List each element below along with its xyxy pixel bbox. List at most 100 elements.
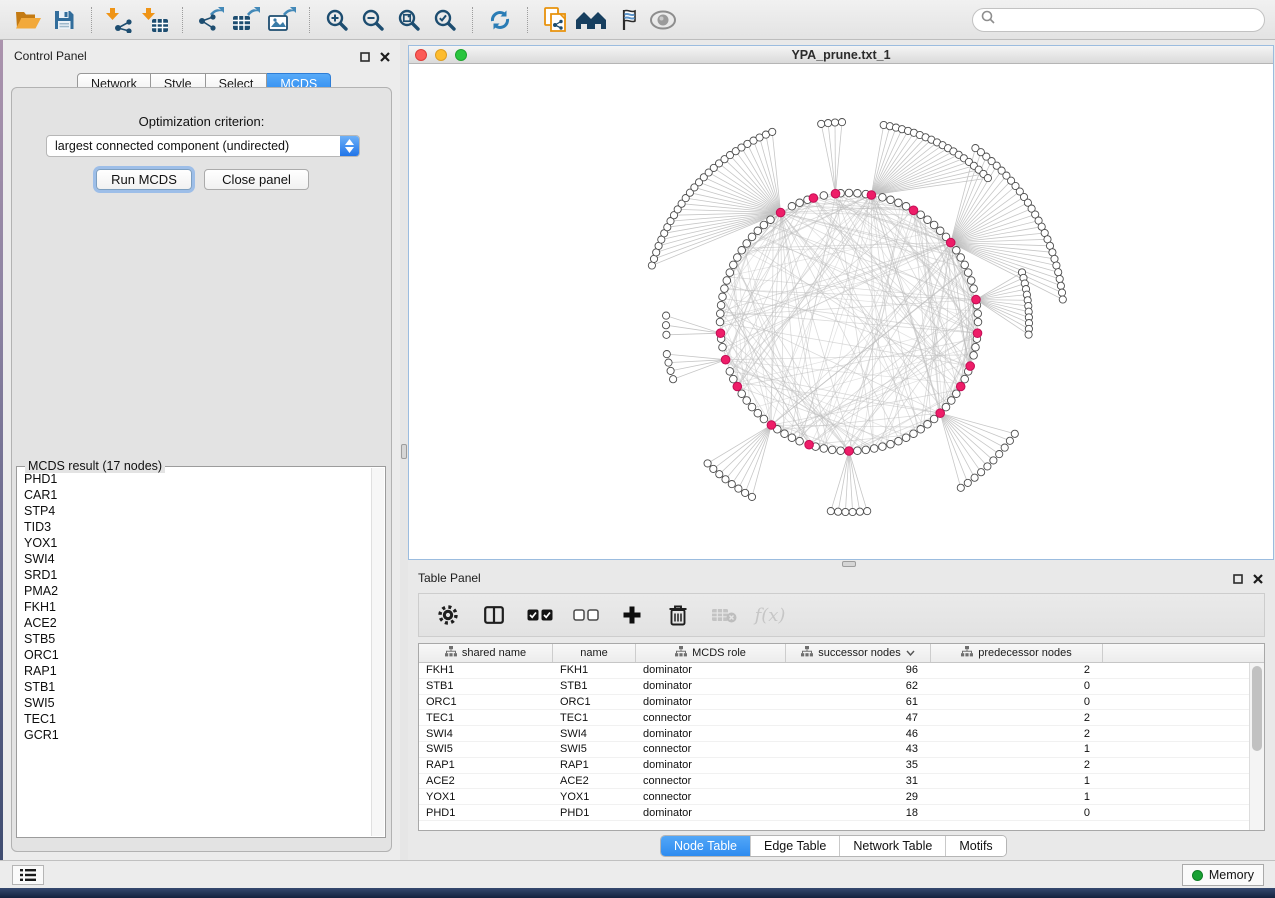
mcds-hub-node[interactable] [776, 208, 785, 217]
ring-node[interactable] [738, 247, 746, 255]
table-row[interactable]: PHD1PHD1dominator180 [419, 805, 1249, 821]
tab-node-table[interactable]: Node Table [661, 836, 751, 856]
import-network-icon[interactable] [101, 4, 137, 36]
ring-node[interactable] [717, 310, 725, 318]
ring-node[interactable] [730, 375, 738, 383]
satellite-node[interactable] [984, 463, 991, 470]
mcds-result-item[interactable]: STP4 [18, 503, 371, 519]
mcds-list-scrollbar[interactable] [371, 468, 384, 836]
hide-graphics-details-icon[interactable] [609, 4, 645, 36]
zoom-out-icon[interactable] [355, 4, 391, 36]
satellite-node[interactable] [978, 469, 985, 476]
close-table-panel-icon[interactable] [1253, 571, 1263, 589]
add-column-icon[interactable] [619, 602, 645, 628]
tab-network-table[interactable]: Network Table [840, 836, 946, 856]
mcds-hub-node[interactable] [809, 194, 818, 203]
satellite-node[interactable] [971, 474, 978, 481]
optimization-criterion-dropdown[interactable]: largest connected component (undirected) [46, 135, 360, 157]
ring-node[interactable] [738, 390, 746, 398]
ring-node[interactable] [788, 434, 796, 442]
ring-node[interactable] [748, 403, 756, 411]
satellite-node[interactable] [716, 471, 723, 478]
ring-node[interactable] [953, 247, 961, 255]
mcds-hub-node[interactable] [716, 329, 725, 338]
mcds-result-item[interactable]: ORC1 [18, 647, 371, 663]
ring-node[interactable] [721, 285, 729, 293]
deselect-all-icon[interactable] [573, 602, 599, 628]
close-panel-button[interactable]: Close panel [204, 169, 309, 190]
ring-node[interactable] [743, 397, 751, 405]
maximize-window-icon[interactable] [455, 49, 467, 61]
satellite-node[interactable] [842, 508, 849, 515]
search-box[interactable] [972, 8, 1265, 32]
satellite-node[interactable] [1058, 289, 1065, 296]
ring-node[interactable] [970, 352, 978, 360]
ring-node[interactable] [723, 277, 731, 285]
mcds-hub-node[interactable] [909, 206, 918, 215]
ring-node[interactable] [754, 227, 762, 235]
mcds-result-item[interactable]: GCR1 [18, 727, 371, 743]
search-input[interactable] [1001, 13, 1256, 27]
mcds-hub-node[interactable] [973, 329, 982, 338]
satellite-node[interactable] [964, 479, 971, 486]
table-settings-gear-icon[interactable] [435, 602, 461, 628]
satellite-node[interactable] [769, 128, 776, 135]
first-neighbors-icon[interactable] [573, 4, 609, 36]
table-row[interactable]: STB1STB1dominator620 [419, 679, 1249, 695]
mcds-result-item[interactable]: FKH1 [18, 599, 371, 615]
mcds-result-item[interactable]: CAR1 [18, 487, 371, 503]
ring-node[interactable] [862, 446, 870, 454]
ring-node[interactable] [828, 446, 836, 454]
delete-column-icon[interactable] [665, 602, 691, 628]
mcds-hub-node[interactable] [767, 421, 776, 430]
float-panel-icon[interactable] [360, 49, 370, 67]
ring-node[interactable] [930, 221, 938, 229]
ring-node[interactable] [788, 203, 796, 211]
table-row[interactable]: FKH1FKH1dominator962 [419, 663, 1249, 679]
table-scrollbar-thumb[interactable] [1252, 666, 1262, 751]
ring-node[interactable] [910, 430, 918, 438]
ring-node[interactable] [748, 233, 756, 241]
ring-node[interactable] [719, 293, 727, 301]
mcds-result-item[interactable]: TEC1 [18, 711, 371, 727]
table-row[interactable]: ACE2ACE2connector311 [419, 774, 1249, 790]
table-row[interactable]: YOX1YOX1connector291 [419, 789, 1249, 805]
ring-node[interactable] [730, 261, 738, 269]
mcds-hub-node[interactable] [805, 440, 814, 449]
column-header-name[interactable]: name [553, 644, 636, 662]
close-panel-icon[interactable] [380, 49, 390, 67]
ring-node[interactable] [970, 285, 978, 293]
ring-node[interactable] [767, 216, 775, 224]
mcds-hub-node[interactable] [956, 382, 965, 391]
mcds-result-item[interactable]: SWI5 [18, 695, 371, 711]
ring-node[interactable] [796, 199, 804, 207]
mcds-result-list[interactable]: PHD1CAR1STP4TID3YOX1SWI4SRD1PMA2FKH1ACE2… [18, 471, 371, 836]
satellite-node[interactable] [957, 484, 964, 491]
satellite-node[interactable] [1056, 275, 1063, 282]
mcds-result-item[interactable]: ACE2 [18, 615, 371, 631]
mcds-hub-node[interactable] [946, 238, 955, 247]
satellite-node[interactable] [1055, 269, 1062, 276]
table-row[interactable]: SWI4SWI4dominator462 [419, 726, 1249, 742]
satellite-node[interactable] [1051, 255, 1058, 262]
mcds-hub-node[interactable] [721, 355, 730, 364]
satellite-node[interactable] [728, 481, 735, 488]
tab-edge-table[interactable]: Edge Table [751, 836, 840, 856]
mcds-result-item[interactable]: STB1 [18, 679, 371, 695]
network-canvas[interactable] [409, 64, 1273, 559]
close-window-icon[interactable] [415, 49, 427, 61]
mcds-hub-node[interactable] [845, 447, 854, 456]
satellite-node[interactable] [996, 451, 1003, 458]
ring-node[interactable] [967, 277, 975, 285]
satellite-node[interactable] [748, 493, 755, 500]
mcds-hub-node[interactable] [733, 382, 742, 391]
horizontal-splitter-handle[interactable] [842, 561, 856, 567]
satellite-node[interactable] [665, 359, 672, 366]
ring-node[interactable] [917, 426, 925, 434]
satellite-node[interactable] [742, 489, 749, 496]
ring-node[interactable] [936, 227, 944, 235]
mcds-hub-node[interactable] [936, 409, 945, 418]
mcds-hub-node[interactable] [966, 362, 975, 371]
column-header-predecessor-nodes[interactable]: predecessor nodes [931, 644, 1103, 662]
satellite-node[interactable] [990, 457, 997, 464]
